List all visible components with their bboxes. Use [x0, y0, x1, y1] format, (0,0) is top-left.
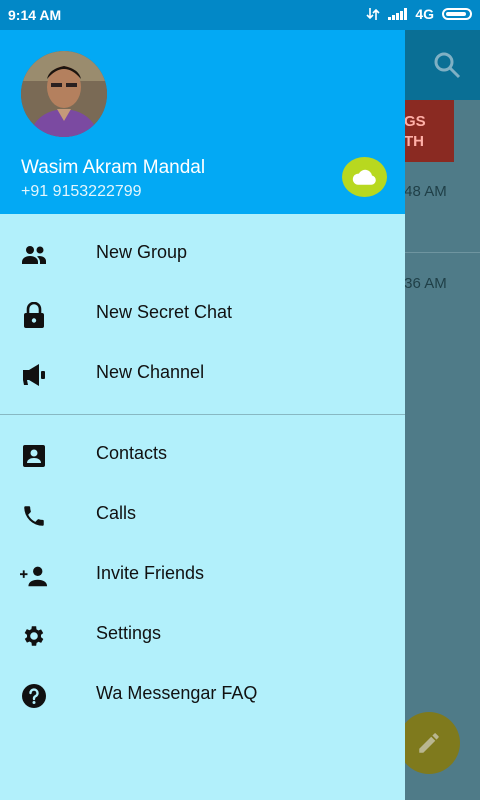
phone-icon — [20, 502, 48, 530]
megaphone-icon — [20, 361, 48, 389]
user-name: Wasim Akram Mandal — [21, 157, 206, 178]
status-icons: 4G — [366, 6, 472, 22]
signal-icon — [388, 8, 408, 20]
navigation-drawer: Wasim Akram Mandal +91 9153222799 New Gr… — [0, 30, 405, 800]
cloud-icon — [352, 169, 376, 185]
status-time: 9:14 AM — [8, 7, 62, 23]
drawer-header: Wasim Akram Mandal +91 9153222799 — [0, 30, 405, 214]
menu-item-new-secret-chat[interactable]: New Secret Chat — [0, 284, 405, 344]
menu-item-faq[interactable]: Wa Messengar FAQ — [0, 665, 405, 725]
menu-item-label: Contacts — [96, 443, 168, 463]
menu-item-label: New Group — [96, 242, 188, 262]
avatar[interactable] — [21, 51, 107, 137]
menu-item-label: New Channel — [96, 362, 205, 382]
contacts-icon — [20, 442, 48, 470]
lock-icon — [20, 301, 48, 329]
menu-divider — [0, 414, 405, 415]
status-bar: 9:14 AM 4G — [0, 0, 480, 30]
search-icon — [434, 52, 461, 79]
background-chat-time: :48 AM — [400, 183, 447, 200]
menu-item-calls[interactable]: Calls — [0, 485, 405, 545]
pencil-icon — [419, 733, 439, 753]
background-divider — [405, 252, 480, 253]
help-icon — [20, 682, 48, 710]
group-icon — [20, 241, 48, 269]
menu-item-invite-friends[interactable]: Invite Friends — [0, 545, 405, 605]
menu-item-settings[interactable]: Settings — [0, 605, 405, 665]
menu-item-new-group[interactable]: New Group — [0, 224, 405, 284]
menu-item-label: Wa Messengar FAQ — [96, 683, 258, 703]
add-person-icon — [20, 562, 48, 590]
menu-item-new-channel[interactable]: New Channel — [0, 344, 405, 404]
data-transfer-icon — [366, 8, 380, 20]
menu-item-label: New Secret Chat — [96, 302, 233, 322]
network-type: 4G — [415, 6, 434, 22]
menu-item-label: Calls — [96, 503, 137, 523]
drawer-menu: New Group New Secret Chat New Channel Co… — [0, 224, 405, 725]
profile-photo — [21, 51, 107, 137]
menu-item-label: Invite Friends — [96, 563, 205, 583]
menu-item-label: Settings — [96, 623, 162, 643]
background-chat-thumbnail: GS TH — [398, 100, 454, 162]
background-chat-time: :36 AM — [400, 275, 447, 292]
user-phone: +91 9153222799 — [21, 183, 142, 200]
menu-item-contacts[interactable]: Contacts — [0, 425, 405, 485]
battery-icon — [442, 8, 472, 20]
gear-icon — [20, 622, 48, 650]
cloud-button[interactable] — [342, 157, 387, 197]
compose-fab[interactable] — [398, 712, 460, 774]
